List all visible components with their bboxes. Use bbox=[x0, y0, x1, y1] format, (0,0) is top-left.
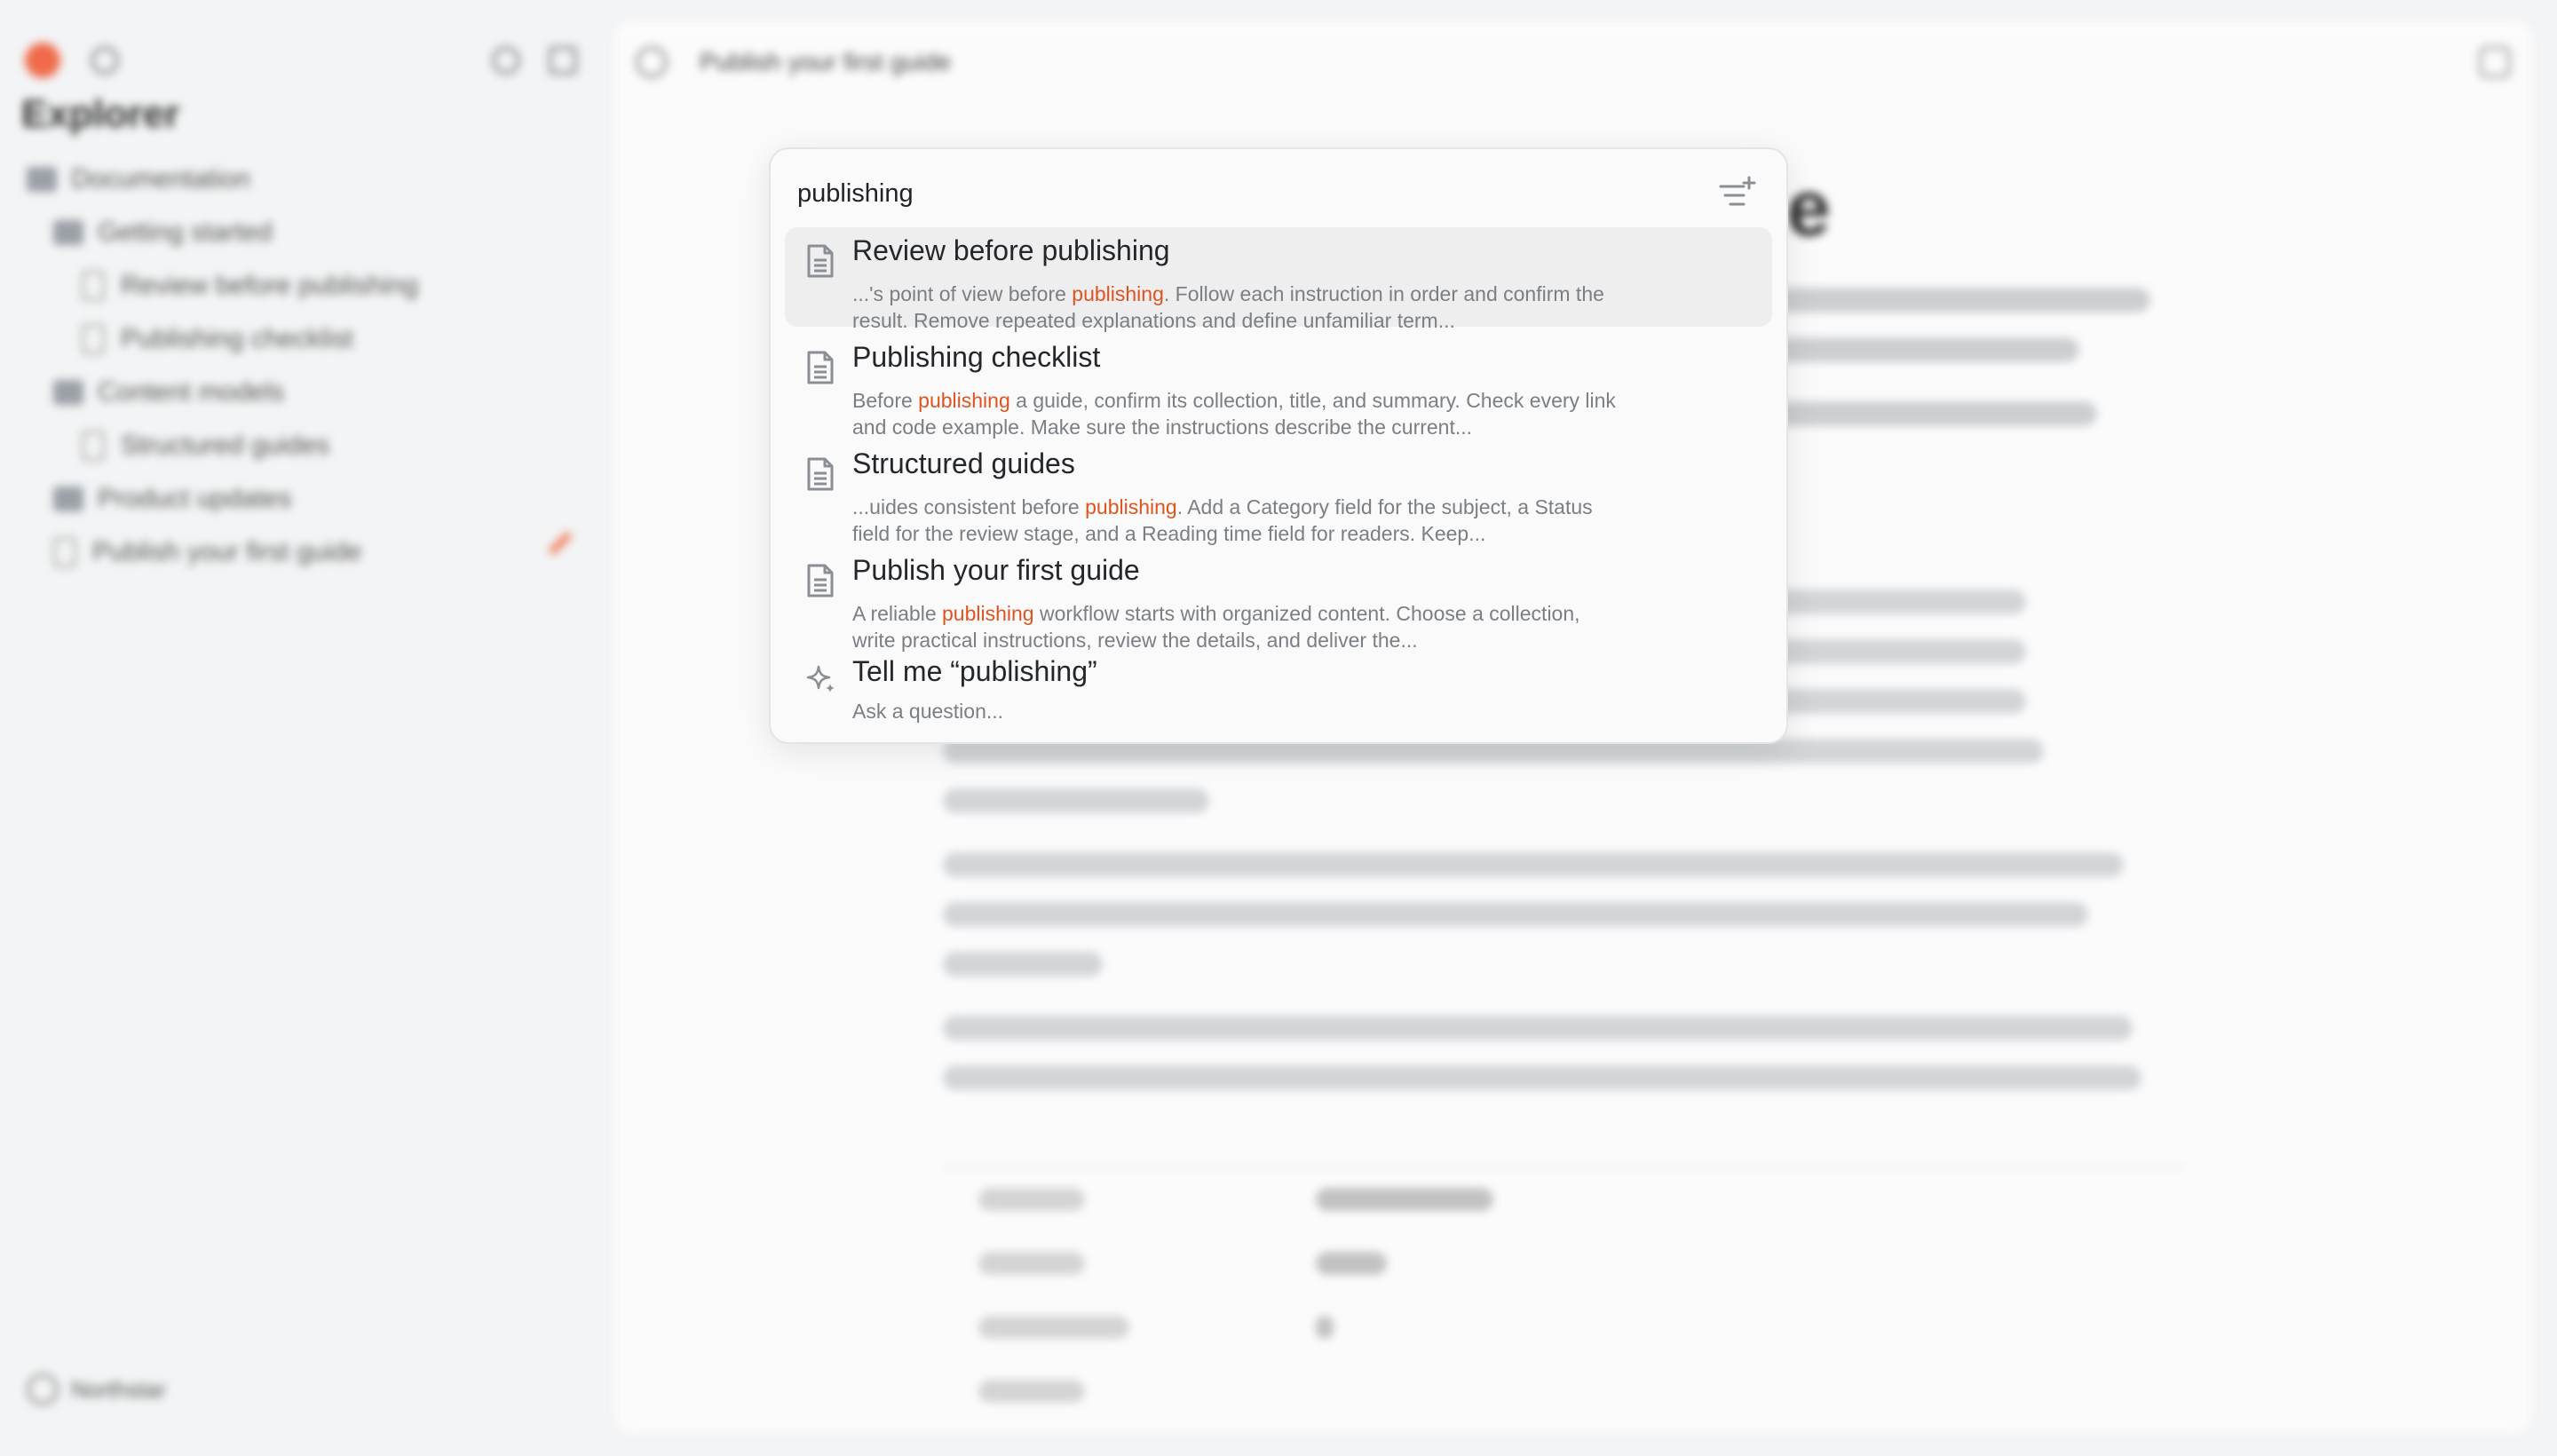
file-tree: Documentation Getting started Review bef… bbox=[27, 153, 595, 579]
text-line bbox=[943, 852, 2124, 877]
text-line bbox=[943, 788, 1209, 813]
sidebar: Explorer Documentation Getting started R… bbox=[0, 0, 613, 1456]
snippet-highlight: publishing bbox=[1072, 282, 1164, 305]
result-title: Publishing checklist bbox=[852, 341, 1101, 373]
edit-pencil-icon bbox=[548, 531, 573, 556]
document-icon bbox=[82, 324, 105, 354]
avatar bbox=[27, 1373, 59, 1405]
user-name: Northstar bbox=[71, 1375, 166, 1403]
search-input[interactable] bbox=[797, 170, 1685, 217]
property-row[interactable] bbox=[943, 1168, 2186, 1232]
document-icon bbox=[807, 351, 834, 384]
property-key bbox=[978, 1188, 1085, 1211]
result-title: Structured guides bbox=[852, 447, 1075, 479]
document-icon bbox=[82, 431, 105, 461]
text-line bbox=[943, 952, 1103, 977]
folder-icon bbox=[53, 380, 83, 405]
tree-item-review-before-publishing[interactable]: Review before publishing bbox=[27, 259, 595, 313]
result-snippet: Before publishing a guide, confirm its c… bbox=[852, 387, 1616, 440]
page-icon[interactable] bbox=[636, 46, 668, 78]
brand-logo bbox=[25, 43, 60, 78]
document-icon bbox=[807, 457, 834, 491]
property-key bbox=[978, 1252, 1085, 1275]
breadcrumb: Publish your first guide bbox=[700, 48, 952, 75]
ask-ai-item[interactable]: Tell me “publishing” Ask a question... bbox=[785, 653, 1772, 724]
snippet-text: ...'s point of view before bbox=[852, 282, 1073, 305]
snippet-text: A reliable bbox=[852, 602, 943, 625]
snippet-text: ...uides consistent before bbox=[852, 495, 1086, 518]
result-snippet: ...uides consistent before publishing. A… bbox=[852, 494, 1616, 547]
tree-item-label: Documentation bbox=[71, 164, 250, 194]
tree-item-label: Getting started bbox=[98, 218, 273, 247]
tree-item-label: Publishing checklist bbox=[121, 324, 353, 353]
search-result[interactable]: Publish your first guide A reliable publ… bbox=[785, 547, 1772, 652]
property-row[interactable] bbox=[943, 1232, 2186, 1296]
property-value bbox=[1316, 1252, 1387, 1275]
text-line bbox=[1760, 401, 2097, 426]
tree-item-structured-guides[interactable]: Structured guides bbox=[27, 419, 595, 472]
sparkle-icon bbox=[806, 665, 835, 692]
tree-item-publish-your-first-guide[interactable]: Publish your first guide bbox=[27, 526, 595, 579]
sidebar-user[interactable]: Northstar bbox=[27, 1367, 586, 1412]
property-row[interactable] bbox=[943, 1360, 2186, 1424]
filter-add-icon[interactable] bbox=[1717, 174, 1756, 213]
editor-header: Publish your first guide bbox=[636, 41, 951, 83]
panel-toggle-icon[interactable] bbox=[2479, 46, 2511, 78]
sidebar-toolbar bbox=[21, 39, 590, 82]
search-icon[interactable] bbox=[91, 46, 119, 75]
snippet-highlight: publishing bbox=[942, 602, 1034, 625]
page-title: e bbox=[1786, 164, 1832, 253]
search-result[interactable]: Review before publishing ...'s point of … bbox=[785, 227, 1772, 332]
properties-panel bbox=[943, 1167, 2186, 1424]
tree-item-getting-started[interactable]: Getting started bbox=[27, 206, 595, 259]
property-key bbox=[978, 1380, 1085, 1403]
tree-item-publishing-checklist[interactable]: Publishing checklist bbox=[27, 313, 595, 366]
new-note-icon[interactable] bbox=[549, 46, 577, 75]
property-value bbox=[1316, 1316, 1334, 1339]
search-results: Review before publishing ...'s point of … bbox=[785, 227, 1772, 724]
result-snippet: A reliable publishing workflow starts wi… bbox=[852, 600, 1616, 653]
document-icon bbox=[53, 537, 76, 567]
text-line bbox=[1760, 337, 2079, 362]
document-icon bbox=[807, 564, 834, 597]
intro-text bbox=[1760, 288, 2204, 451]
tree-item-content-models[interactable]: Content models bbox=[27, 366, 595, 419]
tree-item-product-updates[interactable]: Product updates bbox=[27, 472, 595, 526]
property-value bbox=[1316, 1188, 1493, 1211]
document-icon bbox=[82, 271, 105, 301]
snippet-text: Before bbox=[852, 389, 919, 412]
tree-item-label: Content models bbox=[98, 377, 285, 407]
property-row[interactable] bbox=[943, 1296, 2186, 1360]
folder-icon bbox=[27, 167, 57, 192]
history-icon[interactable] bbox=[492, 46, 520, 75]
sidebar-title: Explorer bbox=[21, 92, 180, 136]
tree-item-label: Review before publishing bbox=[121, 271, 419, 300]
text-line bbox=[943, 902, 2088, 927]
document-icon bbox=[807, 244, 834, 278]
result-title: Publish your first guide bbox=[852, 554, 1140, 586]
folder-icon bbox=[53, 220, 83, 245]
ask-subtitle: Ask a question... bbox=[852, 700, 1004, 723]
text-line bbox=[943, 1065, 2141, 1090]
ask-title: Tell me “publishing” bbox=[852, 655, 1097, 687]
result-snippet: ...'s point of view before publishing. F… bbox=[852, 281, 1616, 334]
tree-item-documentation[interactable]: Documentation bbox=[27, 153, 595, 206]
search-palette: Review before publishing ...'s point of … bbox=[769, 147, 1788, 744]
text-line bbox=[943, 1016, 2133, 1041]
text-line bbox=[1760, 288, 2150, 313]
search-result[interactable]: Publishing checklist Before publishing a… bbox=[785, 334, 1772, 439]
folder-icon bbox=[53, 487, 83, 511]
property-key bbox=[978, 1316, 1129, 1339]
tree-item-label: Publish your first guide bbox=[92, 537, 362, 566]
snippet-highlight: publishing bbox=[918, 389, 1010, 412]
tree-item-label: Product updates bbox=[98, 484, 292, 513]
result-title: Review before publishing bbox=[852, 234, 1170, 266]
snippet-highlight: publishing bbox=[1085, 495, 1177, 518]
search-result[interactable]: Structured guides ...uides consistent be… bbox=[785, 440, 1772, 545]
tree-item-label: Structured guides bbox=[121, 431, 330, 460]
